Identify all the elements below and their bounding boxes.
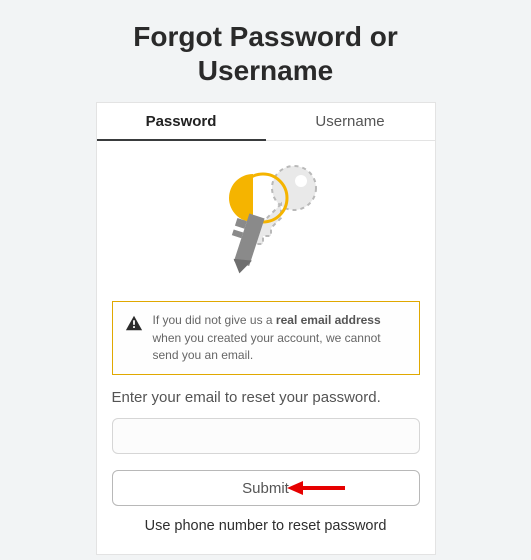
notice-suffix: when you created your account, we cannot…	[153, 331, 381, 362]
notice-prefix: If you did not give us a	[153, 313, 276, 327]
prompt-text: Enter your email to reset your password.	[112, 389, 420, 406]
key-icon	[191, 156, 341, 286]
email-field[interactable]	[112, 418, 420, 454]
warning-icon	[125, 314, 143, 332]
tab-username[interactable]: Username	[266, 103, 435, 140]
notice-banner: If you did not give us a real email addr…	[112, 301, 420, 375]
use-phone-link[interactable]: Use phone number to reset password	[112, 518, 420, 534]
notice-text: If you did not give us a real email addr…	[153, 312, 407, 364]
page-title: Forgot Password or Username	[66, 20, 466, 87]
tab-password[interactable]: Password	[97, 103, 266, 140]
tabs: Password Username	[97, 103, 435, 141]
submit-wrap: Submit	[112, 470, 420, 506]
submit-button[interactable]: Submit	[112, 470, 420, 506]
tab-content: If you did not give us a real email addr…	[97, 141, 435, 554]
notice-bold: real email address	[276, 313, 381, 327]
forgot-card: Password Username	[96, 102, 436, 555]
